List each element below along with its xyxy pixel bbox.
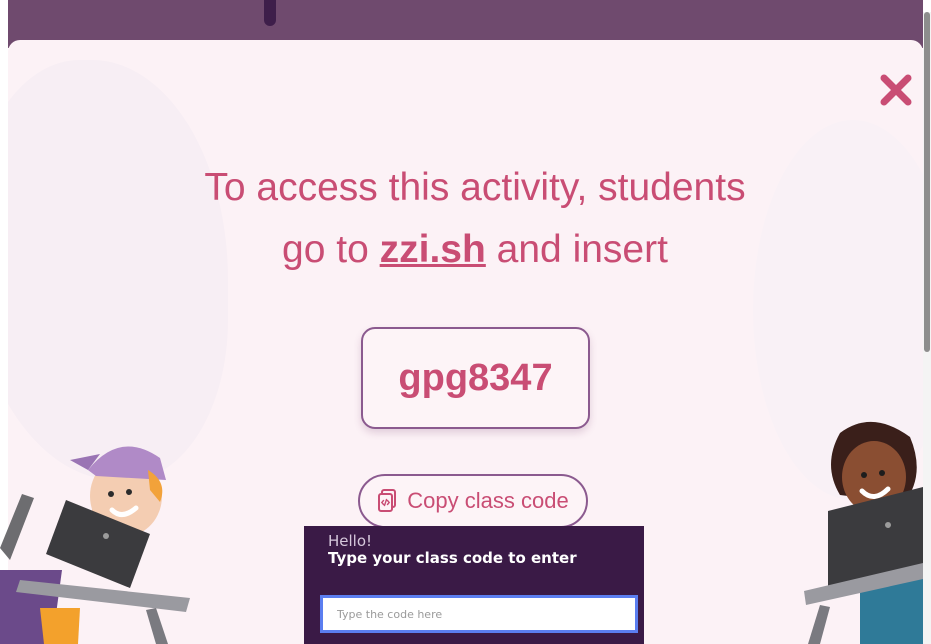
instructions-suffix: and insert [496,228,668,271]
copy-class-code-button[interactable]: Copy class code [358,474,588,528]
greeting-text: Hello! [328,532,373,550]
class-code-value: gpg8347 [398,356,553,399]
access-instructions: To access this activity, students go to … [160,157,790,281]
class-code-input[interactable] [320,595,638,633]
class-code-display: gpg8347 [361,327,590,429]
close-button[interactable] [878,72,914,108]
copy-code-icon [378,489,397,512]
instructions-prefix: go to [282,228,369,271]
scrollbar[interactable] [923,12,931,644]
site-link[interactable]: zzi.sh [380,228,486,271]
scrollbar-thumb[interactable] [924,12,930,352]
close-icon [880,74,912,106]
instructions-line-1: To access this activity, students [204,166,746,209]
header-notch [264,0,276,26]
student-illustration-left [0,446,190,644]
class-code-entry-panel: Hello! Type your class code to enter [304,526,644,644]
student-illustration-right [804,421,923,644]
copy-button-label: Copy class code [407,488,569,513]
instructions-line-2: go to zzi.sh and insert [160,219,790,281]
code-prompt-text: Type your class code to enter [328,549,577,567]
